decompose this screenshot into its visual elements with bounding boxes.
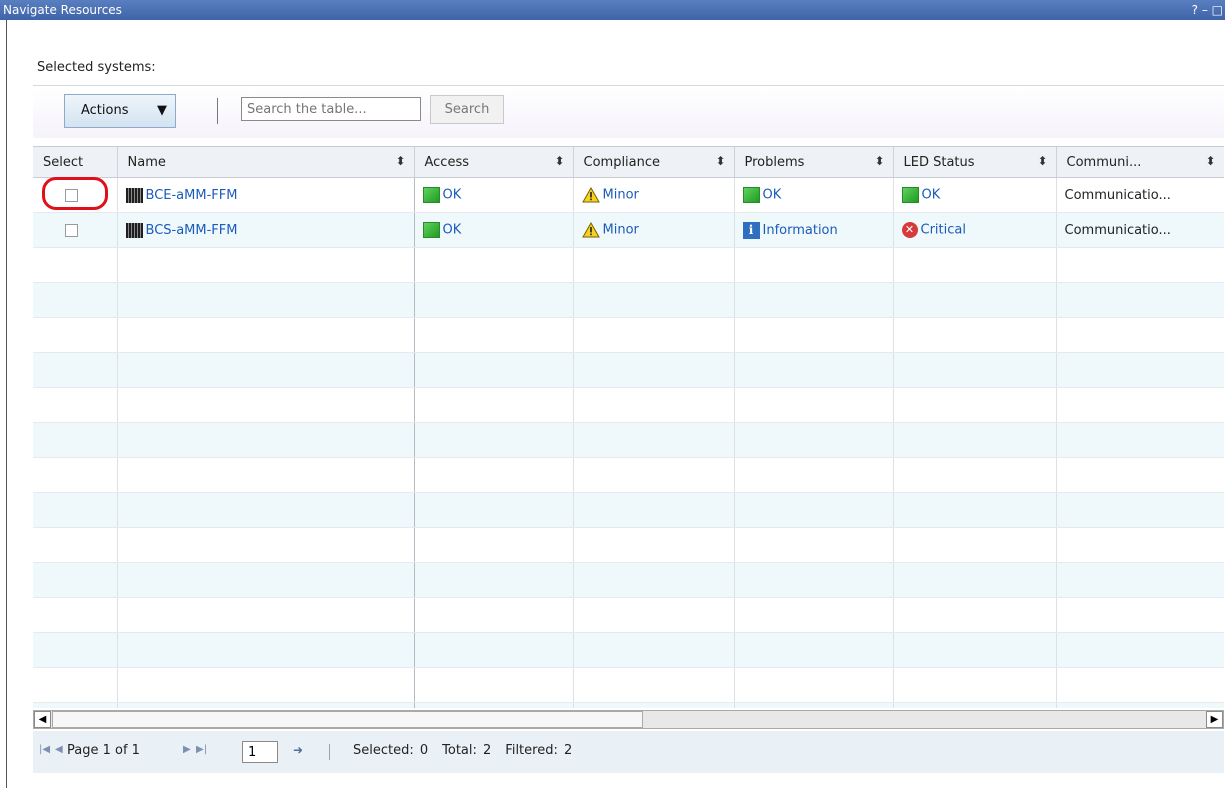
actions-menu-button[interactable]: Actions ▼ [64,94,176,128]
scroll-left-icon[interactable]: ◀ [34,711,51,728]
empty-row [33,562,1224,598]
empty-row [33,632,1224,668]
info-icon: i [742,221,760,239]
table-row[interactable]: BCE-aMM-FFM OK Minor OK OK Communicatio.… [33,177,1224,213]
access-link[interactable]: OK [443,223,462,238]
row-select-checkbox[interactable] [65,188,78,202]
empty-row [33,667,1224,703]
search-input[interactable] [241,97,421,121]
empty-row [33,492,1224,528]
row-select-checkbox[interactable] [65,223,78,237]
sort-icon[interactable]: ⬍ [554,154,564,168]
col-compliance-label: Compliance [583,154,661,170]
ok-status-icon [422,222,440,238]
led-status-link[interactable]: Critical [921,223,966,238]
col-name-label: Name [127,154,166,170]
window-left-border [6,20,7,788]
chassis-icon [125,187,143,203]
window-controls[interactable]: ? – □ [1192,0,1223,20]
communication-cell: Communicatio... [1064,187,1171,203]
sort-icon[interactable]: ⬍ [715,154,725,168]
system-name-link[interactable]: BCE-aMM-FFM [146,188,238,203]
selected-count: Selected: 0 [353,743,429,758]
compliance-link[interactable]: Minor [603,188,639,203]
empty-row [33,247,1224,283]
page-label: Page 1 of 1 [67,743,140,758]
col-header-communication[interactable]: Communi... ⬍ [1056,147,1224,178]
communication-cell: Communicatio... [1064,222,1171,238]
empty-row [33,702,1224,708]
next-page-icon[interactable]: ▶ [183,744,191,755]
col-access-label: Access [424,154,470,170]
problems-link[interactable]: Information [763,223,838,238]
table-row[interactable]: BCS-aMM-FFM OK Minor i Information ✕ Criti… [33,212,1224,248]
selected-systems-label: Selected systems: [37,60,156,75]
col-header-access[interactable]: Access ⬍ [414,147,574,178]
scroll-right-icon[interactable]: ▶ [1206,711,1223,728]
sort-icon[interactable]: ⬍ [1205,154,1215,168]
caret-down-icon: ▼ [157,103,167,118]
led-status-link[interactable]: OK [922,188,941,203]
table-stats: Selected: 0 Total: 2 Filtered: 2 [353,743,586,758]
warning-icon [581,222,600,238]
sort-icon[interactable]: ⬍ [395,154,405,168]
col-led-status-label: LED Status [903,154,975,170]
page-number-input[interactable] [242,741,278,763]
actions-label: Actions [81,103,129,118]
table-toolbar: Actions ▼ Search [33,85,1224,138]
sort-icon[interactable]: ⬍ [1037,154,1047,168]
col-header-led-status[interactable]: LED Status ⬍ [893,147,1057,178]
horizontal-scrollbar[interactable]: ◀ ▶ [33,710,1224,729]
col-header-name[interactable]: Name ⬍ [117,147,415,178]
col-header-compliance[interactable]: Compliance ⬍ [573,147,735,178]
warning-icon [581,187,600,203]
system-name-link[interactable]: BCS-aMM-FFM [146,223,238,238]
empty-row [33,352,1224,388]
col-header-problems[interactable]: Problems ⬍ [734,147,894,178]
last-page-icon[interactable]: ▶| [196,744,207,755]
window-title-bar: Navigate Resources ? – □ [0,0,1225,20]
col-problems-label: Problems [744,154,805,170]
empty-row [33,282,1224,318]
ok-status-icon [422,187,440,203]
empty-row [33,317,1224,353]
empty-row [33,457,1224,493]
previous-page-icon[interactable]: ◀ [55,744,63,755]
filtered-count: Filtered: 2 [505,743,573,758]
first-page-icon[interactable]: |◀ [39,744,50,755]
empty-row [33,422,1224,458]
access-link[interactable]: OK [443,188,462,203]
pagination-footer: |◀ ◀ Page 1 of 1 ▶ ▶| ➜ Selected: 0 Total… [33,731,1224,773]
problems-link[interactable]: OK [763,188,782,203]
toolbar-separator [217,98,218,124]
footer-separator [329,744,330,760]
table-header-row: Select Name ⬍ Access ⬍ Compliance ⬍ Problem… [33,147,1224,178]
critical-icon: ✕ [901,222,918,238]
col-communication-label: Communi... [1066,154,1142,170]
empty-row [33,527,1224,563]
go-arrow-icon[interactable]: ➜ [293,743,303,757]
compliance-link[interactable]: Minor [603,223,639,238]
empty-row [33,387,1224,423]
ok-status-icon [901,187,919,203]
window-title: Navigate Resources [3,3,122,17]
col-header-select[interactable]: Select [33,147,118,178]
total-count: Total: 2 [442,743,492,758]
empty-row [33,597,1224,633]
chassis-icon [125,222,143,238]
sort-icon[interactable]: ⬍ [874,154,884,168]
scrollbar-thumb[interactable] [52,711,643,728]
ok-status-icon [742,187,760,203]
search-button[interactable]: Search [430,95,504,124]
resources-table: Select Name ⬍ Access ⬍ Compliance ⬍ Problem… [33,146,1224,708]
